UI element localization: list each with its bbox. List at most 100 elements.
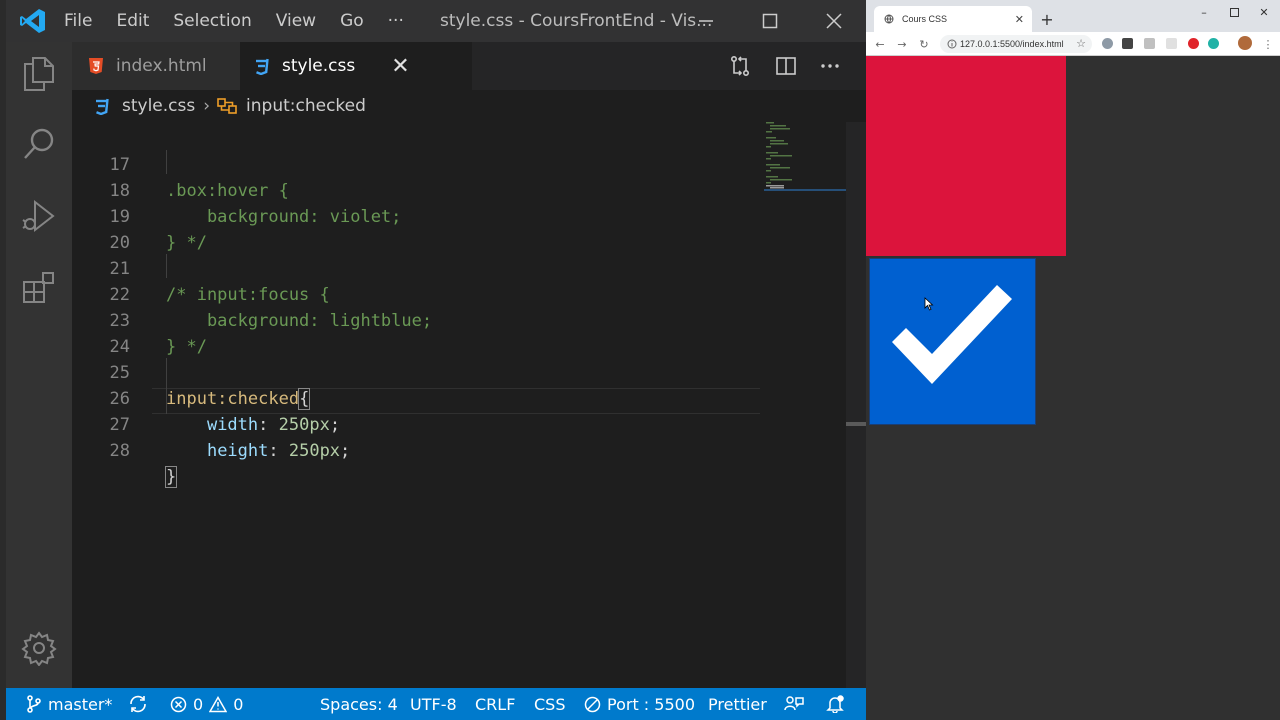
code-line: 24	[72, 308, 762, 357]
menu-selection[interactable]: Selection	[173, 11, 251, 31]
indentation-setting[interactable]: Spaces: 4	[320, 688, 398, 720]
code-line: 25 input:checked{	[72, 334, 762, 410]
blocked-icon	[584, 696, 601, 712]
breadcrumb-file[interactable]: style.css	[122, 96, 195, 116]
menu-go[interactable]: Go	[340, 11, 364, 31]
vscode-logo-icon	[20, 8, 46, 34]
activity-bar	[6, 42, 72, 688]
extensions-icon[interactable]	[6, 258, 72, 318]
extension-icon[interactable]	[1102, 38, 1113, 49]
prettier-formatter[interactable]: Prettier	[708, 688, 767, 720]
kebab-menu-icon[interactable]: ⋮	[1260, 36, 1276, 52]
checked-checkbox[interactable]	[869, 258, 1036, 425]
title-bar: File Edit Selection View Go ··· style.cs…	[6, 0, 866, 42]
code-line: 22 background: lightblue;	[72, 256, 762, 331]
minimize-button[interactable]: –	[1190, 2, 1218, 22]
code-line: 20	[72, 204, 762, 253]
split-editor-icon[interactable]	[764, 42, 808, 90]
selector-symbol-icon	[217, 98, 237, 114]
branch-name: master*	[48, 694, 113, 714]
code-line: 26 width: 250px;	[72, 360, 762, 435]
window-title: style.css - CoursFrontEnd - Vis...	[440, 11, 713, 31]
code-line: 18 background: violet;	[72, 152, 762, 227]
browser-window: Cours CSS ✕ + – ✕ ← → ↻ 127.0.0.1:5500/i…	[866, 0, 1280, 720]
git-branch-icon	[27, 695, 41, 713]
more-actions-icon[interactable]	[808, 42, 852, 90]
open-changes-icon[interactable]	[718, 42, 762, 90]
eol-setting[interactable]: CRLF	[475, 688, 515, 720]
close-tab-icon[interactable]: ✕	[1015, 13, 1024, 26]
info-icon	[947, 39, 957, 49]
scrollbar-position-marker	[846, 422, 866, 426]
minimap[interactable]	[764, 122, 846, 202]
bookmark-star-icon[interactable]: ☆	[1076, 37, 1086, 50]
code-line: 21 /* input:focus {	[72, 230, 762, 305]
code-editor[interactable]: 17 .box:hover { 18 background: violet; 1…	[72, 122, 866, 688]
address-bar[interactable]: 127.0.0.1:5500/index.html ☆	[940, 35, 1092, 53]
breadcrumb: style.css › input:checked	[72, 90, 866, 122]
tab-label: style.css	[282, 56, 356, 76]
explorer-icon[interactable]	[6, 44, 72, 104]
browser-tabstrip: Cours CSS ✕ + – ✕	[866, 0, 1280, 32]
menu-edit[interactable]: Edit	[116, 11, 149, 31]
chevron-right-icon: ›	[203, 96, 211, 116]
css3-icon	[96, 98, 109, 115]
code-line: 28 }	[72, 412, 762, 488]
extension-icon[interactable]	[1144, 38, 1155, 49]
checkmark-icon	[892, 285, 1012, 384]
search-icon[interactable]	[6, 114, 72, 174]
css-value: 250px	[288, 441, 341, 461]
minimize-button[interactable]	[674, 0, 738, 42]
run-debug-icon[interactable]	[6, 186, 72, 246]
menu-more[interactable]: ···	[388, 11, 404, 31]
code-line: 19 } */	[72, 178, 762, 253]
browser-toolbar: ← → ↻ 127.0.0.1:5500/index.html ☆ ⋮	[866, 32, 1280, 56]
back-arrow-icon[interactable]: ←	[872, 36, 888, 52]
live-server-port[interactable]: Port : 5500	[584, 688, 695, 720]
profile-avatar[interactable]	[1238, 36, 1252, 50]
language-mode[interactable]: CSS	[534, 688, 565, 720]
maximize-button[interactable]	[738, 0, 802, 42]
editor-tabs: index.html style.css ✕	[72, 42, 866, 90]
tab-index-html[interactable]: index.html	[72, 42, 240, 90]
vertical-scrollbar[interactable]	[846, 122, 866, 688]
code-text: }	[164, 464, 178, 490]
maximize-button[interactable]	[1220, 2, 1248, 22]
code-line: 17 .box:hover {	[72, 126, 762, 201]
close-brace: }	[164, 466, 178, 488]
opera-extension-icon[interactable]	[1188, 38, 1199, 49]
error-icon	[170, 696, 187, 712]
menu-file[interactable]: File	[64, 11, 92, 31]
url-text: 127.0.0.1:5500/index.html	[960, 39, 1064, 49]
settings-gear-icon[interactable]	[6, 618, 72, 678]
branch-indicator[interactable]: master*	[26, 688, 112, 720]
page-viewport	[866, 56, 1280, 720]
css3-icon	[256, 58, 269, 75]
line-number: 28	[109, 441, 130, 461]
warning-icon	[209, 695, 228, 712]
extension-icon[interactable]	[1122, 38, 1133, 49]
close-tab-icon[interactable]: ✕	[391, 54, 409, 79]
reload-icon[interactable]: ↻	[916, 36, 932, 52]
encoding-setting[interactable]: UTF-8	[410, 688, 457, 720]
problems-indicator[interactable]: 0 0	[170, 688, 243, 720]
notifications-bell-icon[interactable]	[826, 688, 850, 720]
extension-icon[interactable]	[1208, 38, 1219, 49]
globe-icon	[884, 14, 894, 24]
error-count: 0	[193, 694, 204, 714]
extension-icon[interactable]	[1166, 38, 1177, 49]
sync-icon[interactable]	[128, 688, 154, 720]
close-window-button[interactable]	[802, 0, 866, 42]
html5-icon	[89, 58, 103, 74]
code-line: 27 height: 250px;	[72, 386, 762, 461]
breadcrumb-symbol[interactable]: input:checked	[246, 96, 366, 116]
close-window-button[interactable]: ✕	[1250, 2, 1278, 22]
forward-arrow-icon[interactable]: →	[894, 36, 910, 52]
new-tab-button[interactable]: +	[1038, 10, 1056, 29]
feedback-icon[interactable]	[784, 688, 810, 720]
menu-view[interactable]: View	[276, 11, 316, 31]
crimson-box[interactable]	[866, 56, 1066, 256]
vscode-window: File Edit Selection View Go ··· style.cs…	[0, 0, 866, 720]
browser-tab[interactable]: Cours CSS ✕	[874, 6, 1032, 32]
tab-style-css[interactable]: style.css ✕	[240, 42, 472, 90]
